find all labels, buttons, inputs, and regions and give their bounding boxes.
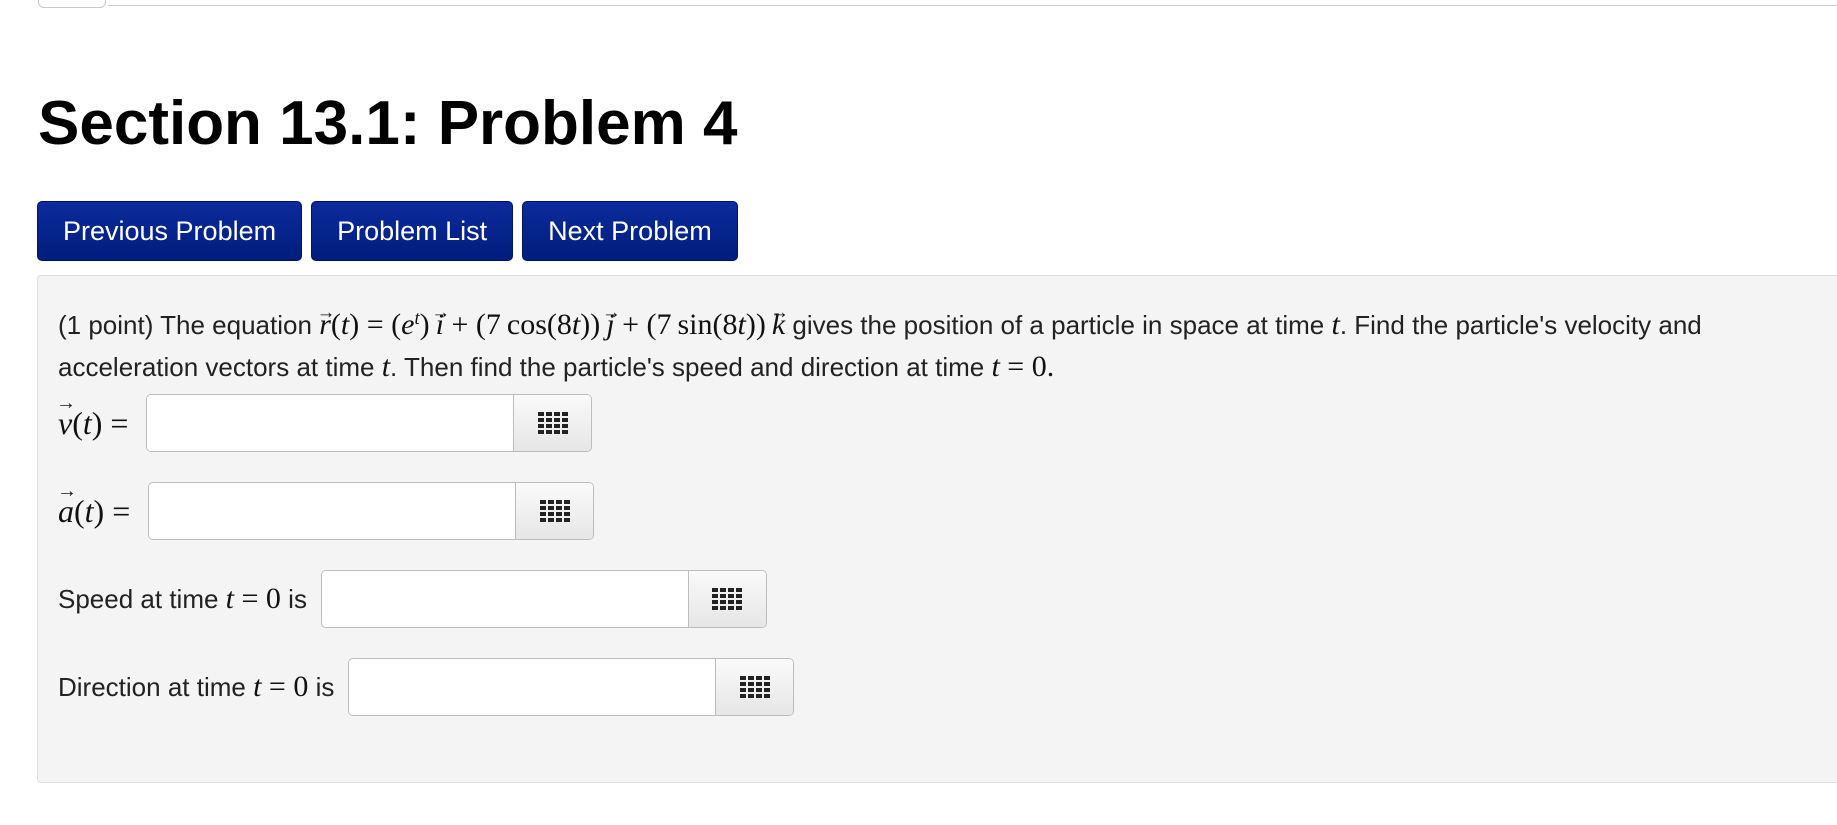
statement-period: . [1046, 350, 1055, 383]
problem-list-button[interactable]: Problem List [311, 201, 514, 261]
velocity-palette-button[interactable] [513, 395, 592, 451]
acceleration-input[interactable] [149, 483, 516, 539]
problem-panel: (1 point) The equation r(t) = (et) i + (… [37, 275, 1837, 783]
acceleration-palette-button[interactable] [515, 483, 594, 539]
direction-palette-button[interactable] [715, 659, 794, 715]
direction-input[interactable] [349, 659, 716, 715]
problem-navigation: Previous Problem Problem List Next Probl… [37, 201, 738, 261]
speed-palette-button[interactable] [687, 571, 766, 627]
time-variable-2: t [381, 350, 391, 383]
velocity-label: v(t) = [58, 405, 128, 442]
speed-answer-row: Speed at time t = 0 is [58, 569, 767, 629]
grid-icon [539, 500, 570, 522]
direction-field [348, 658, 795, 716]
statement-text-1: gives the position of a particle in spac… [792, 310, 1325, 340]
top-strip [0, 0, 1837, 8]
statement-text-3: . Then find the particle's speed and dir… [390, 352, 985, 382]
acceleration-label: a(t) = [58, 493, 130, 530]
velocity-input[interactable] [147, 395, 514, 451]
speed-input[interactable] [321, 571, 688, 627]
next-problem-button[interactable]: Next Problem [522, 201, 738, 261]
acceleration-answer-row: a(t) = [58, 481, 595, 541]
top-tab[interactable] [38, 0, 106, 8]
previous-problem-button[interactable]: Previous Problem [37, 201, 303, 261]
grid-icon [739, 676, 770, 698]
page-title: Section 13.1: Problem 4 [38, 89, 738, 158]
grid-icon [712, 588, 743, 610]
time-variable: t [1331, 308, 1340, 341]
velocity-field [146, 394, 593, 452]
speed-label: Speed at time t = 0 is [58, 582, 307, 615]
points-label: (1 point) [58, 310, 154, 340]
acceleration-field [148, 482, 595, 540]
direction-answer-row: Direction at time t = 0 is [58, 657, 795, 717]
speed-field [320, 570, 767, 628]
grid-icon [537, 412, 568, 434]
velocity-answer-row: v(t) = [58, 393, 593, 453]
statement-intro: The equation [160, 310, 312, 340]
direction-label: Direction at time t = 0 is [58, 670, 335, 703]
top-divider [108, 5, 1837, 6]
time-zero: t = 0 [991, 350, 1047, 383]
problem-statement: (1 point) The equation r(t) = (et) i + (… [58, 304, 1837, 388]
position-equation: r(t) = (et) i + (7 cos(8t)) j + (7 sin(8… [319, 308, 785, 341]
